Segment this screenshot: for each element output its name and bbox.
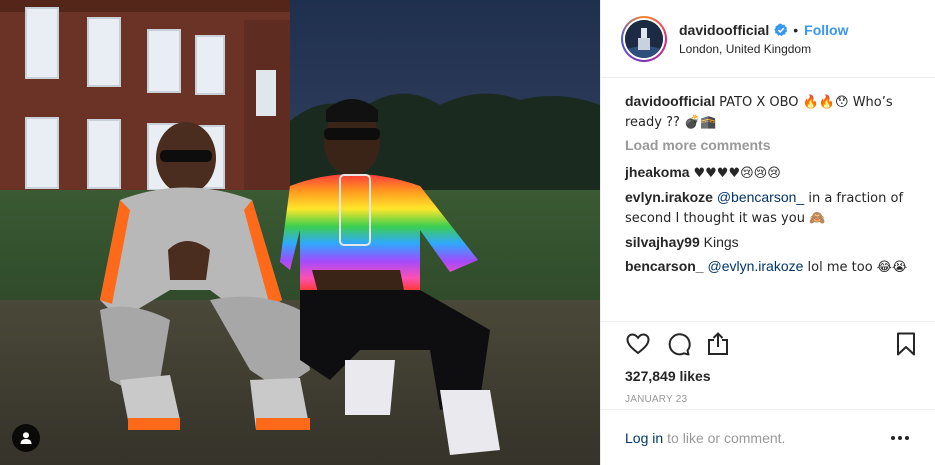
photo-scene [0, 0, 600, 465]
follow-button[interactable]: Follow [804, 22, 848, 38]
story-ring[interactable] [621, 15, 667, 62]
verified-badge-icon [774, 23, 788, 36]
likes-count[interactable]: 327,849 likes [625, 368, 919, 384]
comment-item: bencarson_ @evlyn.irakoze lol me too 😂😭 [625, 257, 919, 277]
caption: davidoofficial PATO X OBO 🔥🔥😯 Who’s read… [625, 92, 919, 132]
username[interactable]: davidoofficial [679, 22, 769, 38]
instagram-post: davidoofficial • Follow London, United K… [0, 0, 935, 465]
avatar-image [625, 19, 663, 58]
user-silhouette-icon [20, 432, 32, 444]
more-dot [891, 435, 895, 440]
comment-author[interactable]: silvajhay99 [625, 234, 700, 250]
caption-author[interactable]: davidoofficial [625, 93, 715, 109]
post-header: davidoofficial • Follow London, United K… [601, 0, 935, 78]
actions-area: 327,849 likes JANUARY 23 [601, 321, 935, 409]
avatar[interactable] [625, 19, 663, 58]
comment-item: jheakoma ♥♥♥♥😢😢😢 [625, 163, 919, 183]
comment-text: Kings [703, 234, 739, 250]
comment-author[interactable]: jheakoma [625, 164, 690, 180]
comment-icon[interactable] [665, 331, 691, 357]
more-dot [905, 435, 909, 440]
login-link[interactable]: Log in [625, 430, 663, 446]
post-date[interactable]: JANUARY 23 [625, 394, 919, 405]
header-text: davidoofficial • Follow London, United K… [679, 22, 848, 56]
load-more-comments-button[interactable]: Load more comments [625, 137, 919, 153]
share-icon[interactable] [705, 331, 731, 357]
comment-mention[interactable]: @bencarson_ [717, 189, 804, 205]
login-prompt-text: to like or comment. [667, 429, 786, 446]
heart-icon[interactable] [625, 331, 651, 357]
avatar-border [623, 17, 665, 60]
post-side-panel: davidoofficial • Follow London, United K… [600, 0, 935, 465]
comment-author[interactable]: evlyn.irakoze [625, 189, 713, 205]
comment-text: ♥♥♥♥😢😢😢 [693, 166, 781, 181]
post-photo[interactable] [0, 0, 600, 465]
separator-dot: • [793, 21, 799, 38]
more-options-icon[interactable] [891, 435, 909, 440]
comments-section: davidoofficial PATO X OBO 🔥🔥😯 Who’s read… [601, 78, 935, 321]
bookmark-icon[interactable] [893, 331, 919, 357]
comment-text: lol me too 😂😭 [803, 260, 908, 275]
more-dot [898, 435, 902, 440]
comment-item: evlyn.irakoze @bencarson_ in a fraction … [625, 188, 919, 228]
comment-mention[interactable]: @evlyn.irakoze [707, 258, 803, 274]
login-bar: Log in to like or comment. [601, 409, 935, 465]
comment-author[interactable]: bencarson_ [625, 258, 704, 274]
user-tag-icon[interactable] [12, 424, 40, 452]
comment-item: silvajhay99 Kings [625, 233, 919, 252]
location-link[interactable]: London, United Kingdom [679, 42, 848, 56]
action-row [625, 332, 919, 356]
header-top-row: davidoofficial • Follow [679, 22, 848, 38]
